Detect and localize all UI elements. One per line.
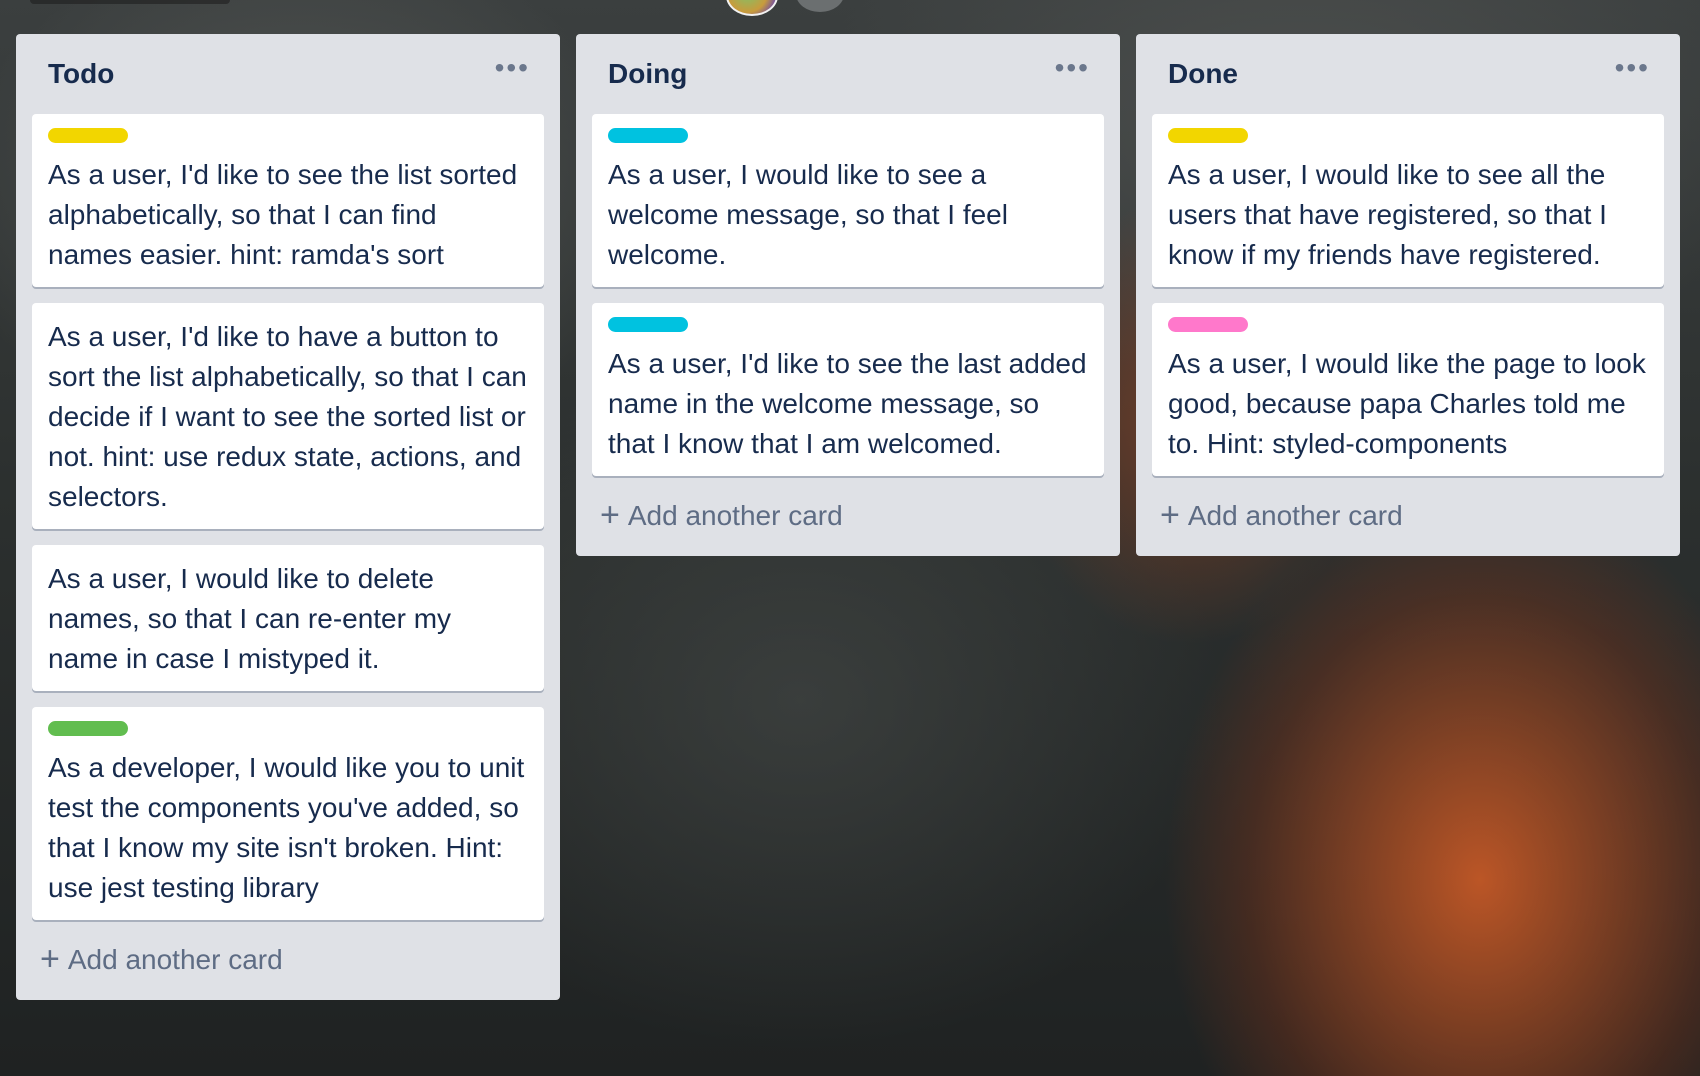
list-header: Done ••• — [1152, 34, 1664, 114]
card[interactable]: As a user, I'd like to see the last adde… — [592, 303, 1104, 476]
card-label[interactable] — [1168, 128, 1248, 143]
card-text: As a user, I would like the page to look… — [1168, 348, 1646, 459]
add-card-button[interactable]: + Add another card — [1152, 492, 1664, 542]
card-label[interactable] — [608, 317, 688, 332]
card-text: As a user, I'd like to see the list sort… — [48, 159, 518, 270]
card[interactable]: As a user, I would like to see a welcome… — [592, 114, 1104, 287]
card-label[interactable] — [1168, 317, 1248, 332]
card-text: As a user, I'd like to have a button to … — [48, 321, 527, 512]
list-done: Done ••• As a user, I would like to see … — [1136, 34, 1680, 556]
list-title[interactable]: Doing — [608, 58, 687, 90]
add-card-label: Add another card — [67, 944, 283, 975]
add-card-label: Add another card — [1187, 500, 1403, 531]
ellipsis-icon[interactable]: ••• — [1055, 54, 1090, 82]
list-header: Todo ••• — [32, 34, 544, 114]
card-label[interactable] — [608, 128, 688, 143]
card-label[interactable] — [48, 721, 128, 736]
card[interactable]: As a developer, I would like you to unit… — [32, 707, 544, 920]
card-text: As a user, I would like to see a welcome… — [608, 159, 1008, 270]
member-avatar[interactable] — [796, 0, 844, 12]
list-title[interactable]: Todo — [48, 58, 114, 90]
card[interactable]: As a user, I'd like to have a button to … — [32, 303, 544, 529]
card-text: As a user, I would like to see all the u… — [1168, 159, 1607, 270]
plus-icon: + — [600, 495, 620, 534]
add-card-button[interactable]: + Add another card — [592, 492, 1104, 542]
board-header — [0, 0, 1700, 18]
ellipsis-icon[interactable]: ••• — [1615, 54, 1650, 82]
plus-icon: + — [40, 939, 60, 978]
list-todo: Todo ••• As a user, I'd like to see the … — [16, 34, 560, 1000]
add-card-label: Add another card — [627, 500, 843, 531]
member-avatar[interactable] — [726, 0, 778, 16]
ellipsis-icon[interactable]: ••• — [495, 54, 530, 82]
list-doing: Doing ••• As a user, I would like to see… — [576, 34, 1120, 556]
add-card-button[interactable]: + Add another card — [32, 936, 544, 986]
card-text: As a user, I would like to delete names,… — [48, 563, 452, 674]
card-text: As a developer, I would like you to unit… — [48, 752, 525, 903]
list-header: Doing ••• — [592, 34, 1104, 114]
board-canvas: Todo ••• As a user, I'd like to see the … — [16, 34, 1680, 1000]
card[interactable]: As a user, I'd like to see the list sort… — [32, 114, 544, 287]
plus-icon: + — [1160, 495, 1180, 534]
card-text: As a user, I'd like to see the last adde… — [608, 348, 1087, 459]
board-title[interactable] — [30, 0, 230, 4]
card-label[interactable] — [48, 128, 128, 143]
card[interactable]: As a user, I would like to delete names,… — [32, 545, 544, 691]
list-title[interactable]: Done — [1168, 58, 1238, 90]
card[interactable]: As a user, I would like the page to look… — [1152, 303, 1664, 476]
card[interactable]: As a user, I would like to see all the u… — [1152, 114, 1664, 287]
